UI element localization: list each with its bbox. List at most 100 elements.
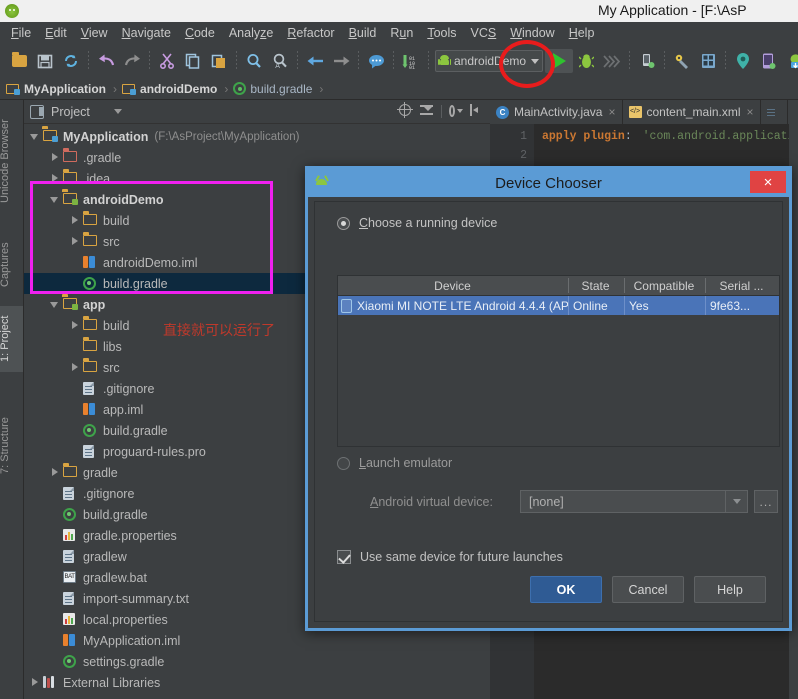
breadcrumb-item-buildgradle[interactable]: build.gradle bbox=[233, 82, 312, 96]
column-header-serial[interactable]: Serial ... bbox=[705, 276, 779, 295]
tree-item-external-libraries[interactable]: External Libraries bbox=[24, 672, 490, 693]
gear-icon[interactable] bbox=[449, 104, 463, 118]
comment-icon[interactable] bbox=[365, 50, 387, 72]
chevron-down-icon[interactable] bbox=[50, 194, 61, 205]
find-icon[interactable] bbox=[243, 50, 265, 72]
device-monitor-icon[interactable] bbox=[758, 50, 780, 72]
tree-item-label: import-summary.txt bbox=[83, 591, 190, 606]
chevron-right-icon[interactable] bbox=[50, 152, 61, 163]
chevron-right-icon[interactable] bbox=[70, 362, 81, 373]
tree-item-settings-gradle[interactable]: settings.gradle bbox=[24, 651, 490, 672]
rail-item-project[interactable]: 1: Project bbox=[0, 306, 23, 372]
menu-item-run[interactable]: Run bbox=[383, 24, 420, 42]
tree-item-label: build bbox=[103, 213, 130, 228]
chevron-down-icon[interactable] bbox=[30, 131, 41, 142]
chevron-right-icon[interactable] bbox=[70, 320, 81, 331]
ok-button[interactable]: OK bbox=[530, 576, 602, 603]
tree-item-gradle[interactable]: .gradle bbox=[24, 147, 490, 168]
menu-item-edit[interactable]: Edit bbox=[38, 24, 74, 42]
choose-running-device-radio[interactable] bbox=[337, 216, 350, 230]
close-icon[interactable]: × bbox=[608, 105, 615, 119]
avd-browse-button[interactable]: ... bbox=[754, 490, 778, 513]
help-button[interactable]: Help bbox=[694, 576, 766, 603]
rail-item-structure[interactable]: 7: Structure bbox=[0, 406, 23, 486]
menu-item-navigate[interactable]: Navigate bbox=[115, 24, 178, 42]
menu-item-file[interactable]: File bbox=[4, 24, 38, 42]
sync-icon[interactable] bbox=[60, 50, 82, 72]
menu-item-tools[interactable]: Tools bbox=[420, 24, 463, 42]
paste-icon[interactable] bbox=[208, 50, 230, 72]
sync-gradle-icon[interactable] bbox=[784, 50, 798, 72]
table-row[interactable]: Xiaomi MI NOTE LTE Android 4.4.4 (API 19… bbox=[338, 296, 779, 315]
chevron-right-icon[interactable] bbox=[70, 236, 81, 247]
expand-collapse-icon[interactable] bbox=[420, 104, 434, 118]
undo-icon[interactable] bbox=[95, 50, 117, 72]
phone-icon bbox=[341, 298, 352, 313]
cut-icon[interactable] bbox=[156, 50, 178, 72]
chevron-down-icon[interactable] bbox=[531, 58, 540, 64]
tab-content-main-xml[interactable]: </> content_main.xml × bbox=[622, 100, 761, 124]
save-all-icon[interactable] bbox=[34, 50, 56, 72]
locate-icon[interactable] bbox=[397, 102, 413, 118]
sdk-manager-icon[interactable] bbox=[671, 50, 693, 72]
find-replace-icon[interactable]: A bbox=[269, 50, 291, 72]
run-button[interactable] bbox=[545, 49, 574, 73]
avd-manager-icon[interactable] bbox=[697, 50, 719, 72]
build-variants-icon[interactable]: 01 10 01 bbox=[400, 50, 422, 72]
back-icon[interactable] bbox=[304, 50, 326, 72]
chevron-right-icon[interactable] bbox=[50, 467, 61, 478]
menu-item-view[interactable]: View bbox=[74, 24, 115, 42]
use-same-device-row[interactable]: Use same device for future launches bbox=[337, 550, 563, 564]
forward-icon[interactable] bbox=[330, 50, 352, 72]
menu-item-analyze[interactable]: Analyze bbox=[222, 24, 280, 42]
copy-icon[interactable] bbox=[182, 50, 204, 72]
tree-item-myapplication-iml[interactable]: MyApplication.iml bbox=[24, 630, 490, 651]
avd-select[interactable]: [none] bbox=[520, 490, 748, 513]
breadcrumb-item-androiddemo[interactable]: androidDemo bbox=[122, 82, 217, 96]
tree-item-label: .gitignore bbox=[103, 381, 155, 396]
close-icon[interactable]: × bbox=[747, 105, 754, 119]
column-header-device[interactable]: Device bbox=[338, 276, 568, 295]
cancel-button[interactable]: Cancel bbox=[612, 576, 684, 603]
menu-item-build[interactable]: Build bbox=[342, 24, 384, 42]
close-icon[interactable]: × bbox=[750, 171, 786, 193]
profiler-icon[interactable] bbox=[636, 50, 658, 72]
layout-inspector-icon[interactable] bbox=[732, 50, 754, 72]
tab-mainactivity-java[interactable]: C MainActivity.java × bbox=[490, 100, 623, 124]
menu-item-vcs[interactable]: VCS bbox=[464, 24, 504, 42]
open-folder-icon[interactable] bbox=[8, 50, 30, 72]
menu-item-help[interactable]: Help bbox=[562, 24, 602, 42]
choose-running-device-label: Choose a running device bbox=[359, 216, 498, 230]
choose-running-device-radio-row[interactable]: Choose a running device bbox=[337, 216, 782, 230]
launch-emulator-radio-row[interactable]: Launch emulator bbox=[337, 456, 452, 470]
breadcrumb-item-myapplication[interactable]: MyApplication bbox=[6, 82, 106, 96]
device-table[interactable]: Device State Compatible Serial ... Xiaom… bbox=[337, 275, 780, 447]
column-header-compatible[interactable]: Compatible bbox=[624, 276, 705, 295]
coverage-icon[interactable] bbox=[601, 50, 623, 72]
rail-item-captures[interactable]: Captures bbox=[0, 230, 23, 300]
menu-item-refactor[interactable]: Refactor bbox=[280, 24, 341, 42]
chevron-right-icon[interactable] bbox=[50, 173, 61, 184]
run-configuration-selector[interactable]: androidDemo bbox=[435, 50, 544, 72]
tree-item-label: app bbox=[83, 297, 106, 312]
use-same-device-checkbox[interactable] bbox=[337, 550, 351, 564]
rail-item-unicode-browser[interactable]: Unicode Browser bbox=[0, 106, 23, 216]
chevron-right-icon[interactable] bbox=[30, 677, 41, 688]
menu-item-window[interactable]: Window bbox=[503, 24, 561, 42]
launch-emulator-radio[interactable] bbox=[337, 456, 350, 470]
chevron-down-icon[interactable] bbox=[113, 109, 122, 114]
tab-overflow[interactable] bbox=[760, 100, 788, 124]
redo-icon[interactable] bbox=[121, 50, 143, 72]
chevron-right-icon[interactable] bbox=[70, 215, 81, 226]
tree-item-myapplication[interactable]: MyApplication (F:\AsProject\MyApplication… bbox=[24, 126, 490, 147]
code-keyword-plugin: plugin bbox=[583, 130, 625, 143]
hide-panel-icon[interactable] bbox=[470, 104, 484, 118]
chevron-down-icon[interactable] bbox=[725, 491, 747, 512]
menu-item-code[interactable]: Code bbox=[178, 24, 222, 42]
column-header-state[interactable]: State bbox=[568, 276, 624, 295]
chevron-down-icon[interactable] bbox=[50, 299, 61, 310]
debug-icon[interactable] bbox=[575, 50, 597, 72]
